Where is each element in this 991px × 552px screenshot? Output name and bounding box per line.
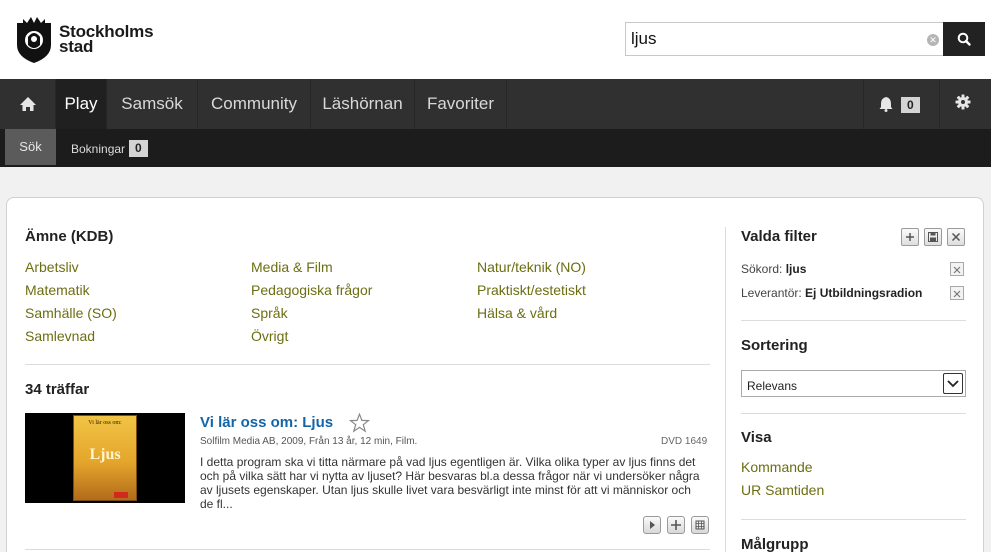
subject-link[interactable]: Språk bbox=[251, 305, 288, 321]
divider bbox=[741, 413, 966, 414]
sort-value: Relevans bbox=[747, 379, 798, 393]
save-icon bbox=[928, 232, 938, 242]
subjects-heading: Ämne (KDB) bbox=[25, 228, 114, 245]
plus-icon bbox=[906, 233, 914, 241]
play-button[interactable] bbox=[643, 516, 661, 534]
grid-icon bbox=[695, 520, 705, 530]
add-filter-button[interactable] bbox=[901, 228, 919, 246]
malgrupp-heading: Målgrupp bbox=[741, 536, 809, 552]
star-icon[interactable] bbox=[349, 413, 370, 433]
logo[interactable]: Stockholms stad bbox=[15, 15, 154, 63]
subject-link[interactable]: Hälsa & vård bbox=[477, 305, 557, 321]
header: Stockholms stad ✕ bbox=[0, 0, 991, 79]
save-filter-button[interactable] bbox=[924, 228, 942, 246]
divider bbox=[25, 549, 710, 550]
subnav-sok[interactable]: Sök bbox=[5, 129, 56, 165]
nav-play[interactable]: Play bbox=[56, 79, 107, 129]
search-button[interactable] bbox=[943, 22, 985, 56]
notifications-button[interactable]: 0 bbox=[863, 79, 939, 129]
subject-link[interactable]: Samhälle (SO) bbox=[25, 305, 117, 321]
bokningar-count: 0 bbox=[129, 140, 148, 157]
filter-sokord: Sökord: ljus bbox=[741, 262, 806, 276]
gear-icon bbox=[955, 94, 971, 110]
sub-nav: Sök Bokningar 0 bbox=[0, 129, 991, 167]
home-button[interactable] bbox=[0, 79, 56, 129]
home-icon bbox=[20, 97, 36, 111]
subject-link[interactable]: Pedagogiska frågor bbox=[251, 282, 372, 298]
subject-link[interactable]: Samlevnad bbox=[25, 328, 95, 344]
subject-link[interactable]: Arbetsliv bbox=[25, 259, 79, 275]
nav-favoriter[interactable]: Favoriter bbox=[415, 79, 507, 129]
search-input[interactable] bbox=[631, 27, 901, 51]
filter-label: Leverantör: bbox=[741, 286, 802, 300]
subject-link[interactable]: Matematik bbox=[25, 282, 90, 298]
nav-community[interactable]: Community bbox=[198, 79, 311, 129]
remove-filter-button[interactable] bbox=[950, 262, 964, 276]
results-count: 34 träffar bbox=[25, 381, 90, 398]
search-icon bbox=[957, 32, 971, 46]
divider bbox=[25, 364, 710, 365]
close-icon bbox=[953, 266, 961, 274]
sidebar-divider bbox=[725, 227, 726, 552]
result-description: I detta program ska vi titta närmare på … bbox=[200, 455, 700, 511]
add-button[interactable] bbox=[667, 516, 685, 534]
sort-select[interactable]: Relevans bbox=[741, 370, 966, 397]
chevron-down-icon bbox=[943, 373, 963, 394]
result-thumbnail[interactable]: Vi lär oss om: Ljus bbox=[25, 413, 185, 503]
info-button[interactable] bbox=[691, 516, 709, 534]
filter-label: Sökord: bbox=[741, 262, 783, 276]
filter-leverantor: Leverantör: Ej Utbildningsradion bbox=[741, 286, 922, 300]
cover-logo bbox=[114, 492, 128, 498]
visa-ur-samtiden-link[interactable]: UR Samtiden bbox=[741, 482, 824, 498]
filter-value: Ej Utbildningsradion bbox=[805, 286, 923, 300]
logo-line2: stad bbox=[59, 37, 94, 56]
clear-search-icon[interactable]: ✕ bbox=[927, 34, 939, 46]
main-nav: Play Samsök Community Läshörnan Favorite… bbox=[0, 79, 991, 129]
subnav-bokningar[interactable]: Bokningar 0 bbox=[71, 140, 148, 157]
result-meta: Solfilm Media AB, 2009, Från 13 år, 12 m… bbox=[200, 436, 418, 447]
divider bbox=[741, 320, 966, 321]
nav-lashornan[interactable]: Läshörnan bbox=[311, 79, 415, 129]
subject-link[interactable]: Media & Film bbox=[251, 259, 333, 275]
notification-count: 0 bbox=[901, 97, 920, 113]
play-icon bbox=[650, 521, 655, 529]
cover-word: Ljus bbox=[89, 446, 121, 463]
stockholm-crest-icon bbox=[17, 17, 51, 63]
valda-filter-heading: Valda filter bbox=[741, 228, 817, 245]
divider bbox=[741, 519, 966, 520]
sortering-heading: Sortering bbox=[741, 337, 808, 354]
filter-value: ljus bbox=[785, 262, 807, 276]
nav-samsok[interactable]: Samsök bbox=[107, 79, 198, 129]
subject-link[interactable]: Övrigt bbox=[251, 328, 288, 344]
close-icon bbox=[951, 232, 961, 242]
result-code: DVD 1649 bbox=[661, 436, 708, 447]
remove-filter-button[interactable] bbox=[950, 286, 964, 300]
visa-heading: Visa bbox=[741, 429, 772, 446]
bell-icon bbox=[879, 97, 893, 112]
subject-link[interactable]: Natur/teknik (NO) bbox=[477, 259, 586, 275]
logo-text: Stockholms stad bbox=[59, 23, 154, 56]
plus-icon bbox=[671, 520, 681, 530]
result-title[interactable]: Vi lär oss om: Ljus bbox=[200, 414, 333, 431]
visa-kommande-link[interactable]: Kommande bbox=[741, 459, 813, 475]
bokningar-label: Bokningar bbox=[71, 141, 126, 156]
clear-filters-button[interactable] bbox=[947, 228, 965, 246]
subject-link[interactable]: Praktiskt/estetiskt bbox=[477, 282, 586, 298]
settings-button[interactable] bbox=[939, 79, 991, 129]
search-box: ✕ bbox=[625, 22, 943, 56]
cover-title: Vi lär oss om: bbox=[88, 420, 122, 426]
close-icon bbox=[953, 290, 961, 298]
cover-image: Vi lär oss om: Ljus bbox=[73, 415, 137, 501]
